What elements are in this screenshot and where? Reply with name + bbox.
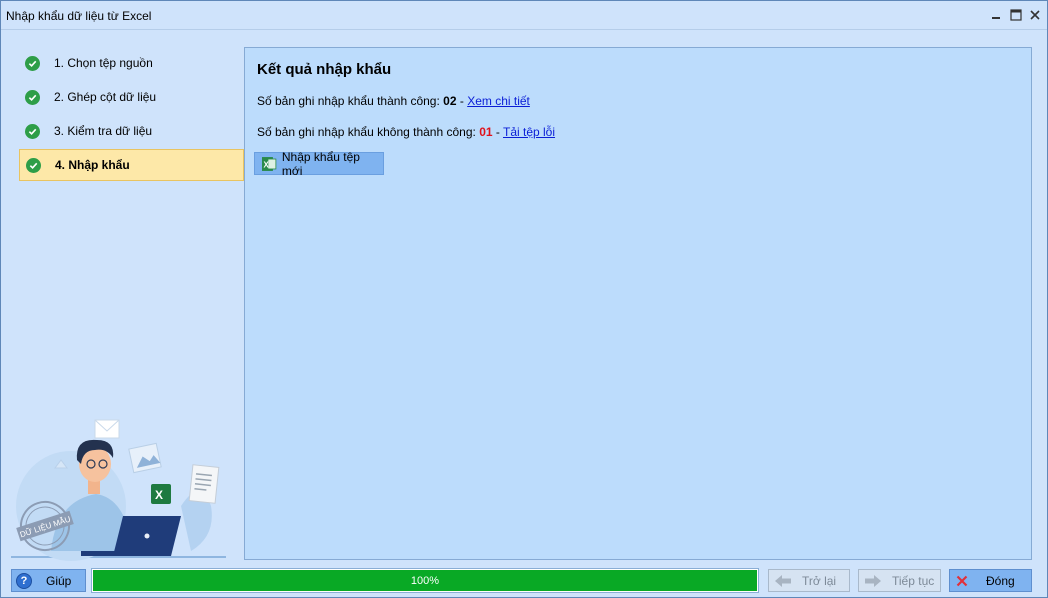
step-choose-source[interactable]: 1. Chọn tệp nguồn [19, 47, 244, 79]
fail-label: Số bản ghi nhập khẩu không thành công: [257, 125, 480, 139]
step-label: 1. Chọn tệp nguồn [54, 56, 153, 70]
success-label: Số bản ghi nhập khẩu thành công: [257, 94, 444, 108]
excel-icon: X [151, 484, 171, 504]
title-bar: Nhập khẩu dữ liệu từ Excel [1, 1, 1047, 30]
next-button[interactable]: Tiếp tục [858, 569, 941, 592]
import-excel-window: Nhập khẩu dữ liệu từ Excel 1. Chọn tệp n… [0, 0, 1048, 598]
view-details-link[interactable]: Xem chi tiết [467, 94, 530, 108]
result-heading: Kết quả nhập khẩu [257, 61, 392, 78]
close-icon [1030, 10, 1040, 20]
person-laptop-illustration: X DỮ LIỆU MẪU [11, 419, 226, 561]
import-new-file-label: Nhập khẩu tệp mới [281, 149, 360, 178]
success-separator: - [456, 94, 468, 108]
close-icon [956, 575, 968, 586]
fail-summary: Số bản ghi nhập khẩu không thành công: 0… [257, 125, 555, 139]
import-result-panel: Kết quả nhập khẩu Số bản ghi nhập khẩu t… [244, 47, 1032, 560]
excel-file-icon: X [261, 156, 277, 171]
success-count: 02 [443, 94, 457, 108]
progress-bar: 100% [91, 568, 759, 593]
minimize-icon [992, 17, 1000, 19]
step-check-data[interactable]: 3. Kiểm tra dữ liệu [19, 115, 244, 147]
help-label: Giúp [46, 573, 72, 588]
footer-bar: ? Giúp 100% Trở lại Tiếp tục Đóng [1, 564, 1047, 598]
window-title: Nhập khẩu dữ liệu từ Excel [6, 9, 152, 23]
progress-text: 100% [410, 575, 440, 587]
step-label: 3. Kiểm tra dữ liệu [54, 124, 153, 138]
close-label: Đóng [986, 573, 1015, 588]
help-icon: ? [16, 572, 32, 589]
back-label: Trở lại [802, 573, 837, 588]
check-icon [25, 123, 40, 139]
check-icon [25, 89, 40, 105]
step-label: 4. Nhập khẩu [55, 158, 130, 172]
step-map-columns[interactable]: 2. Ghép cột dữ liệu [19, 81, 244, 113]
fail-count: 01 [479, 125, 493, 139]
download-error-file-link[interactable]: Tải tệp lỗi [503, 125, 555, 139]
next-label: Tiếp tục [892, 573, 935, 588]
success-summary: Số bản ghi nhập khẩu thành công: 02 - Xe… [257, 94, 530, 108]
fail-separator: - [492, 125, 503, 139]
help-button[interactable]: ? Giúp [11, 569, 86, 592]
close-window-button[interactable] [1028, 8, 1042, 22]
arrow-right-icon [865, 574, 881, 587]
arrow-left-icon [775, 574, 791, 587]
minimize-button[interactable] [989, 8, 1003, 22]
maximize-button[interactable] [1009, 8, 1023, 22]
import-new-file-button[interactable]: X Nhập khẩu tệp mới [254, 149, 384, 178]
document-icon [188, 464, 220, 504]
maximize-icon [1010, 9, 1022, 21]
step-import[interactable]: 4. Nhập khẩu [19, 149, 244, 181]
svg-text:X: X [155, 488, 163, 502]
check-icon [26, 157, 41, 173]
envelope-icon [94, 419, 120, 439]
back-button[interactable]: Trở lại [768, 569, 850, 592]
step-label: 2. Ghép cột dữ liệu [54, 90, 157, 104]
close-button[interactable]: Đóng [949, 569, 1032, 592]
check-icon [25, 55, 40, 71]
svg-text:X: X [263, 160, 269, 169]
image-icon [128, 442, 162, 474]
